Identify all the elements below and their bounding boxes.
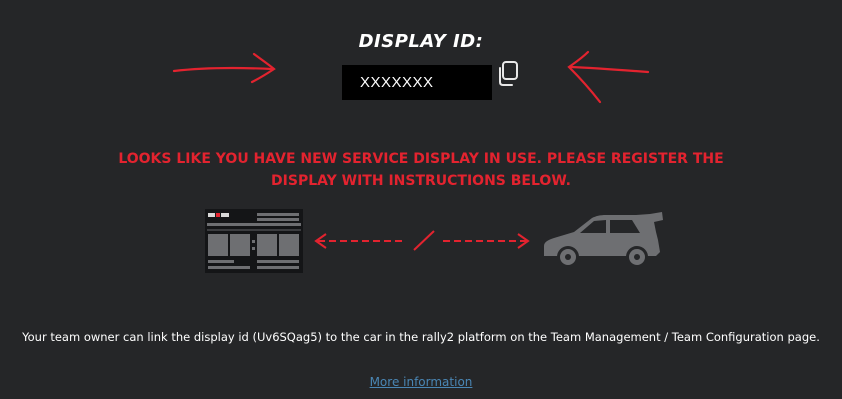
car-icon [544, 212, 663, 268]
red-arrow-left-icon [567, 50, 650, 104]
page: DISPLAY ID: XXXXXXX LOOKS LIKE YOU HAVE … [0, 0, 842, 399]
display-id-title: DISPLAY ID: [358, 31, 484, 52]
display-id-value: XXXXXXX [342, 65, 492, 100]
red-arrow-right-icon [172, 52, 276, 84]
copy-icon[interactable] [496, 60, 522, 88]
more-information-link[interactable]: More information [370, 375, 473, 389]
registration-warning: LOOKS LIKE YOU HAVE NEW SERVICE DISPLAY … [118, 151, 724, 189]
more-information-wrapper: More information [0, 375, 842, 389]
link-instructions: Your team owner can link the display id … [22, 330, 820, 344]
link-arrows-icon [314, 230, 530, 251]
display-panel-icon [205, 209, 303, 273]
